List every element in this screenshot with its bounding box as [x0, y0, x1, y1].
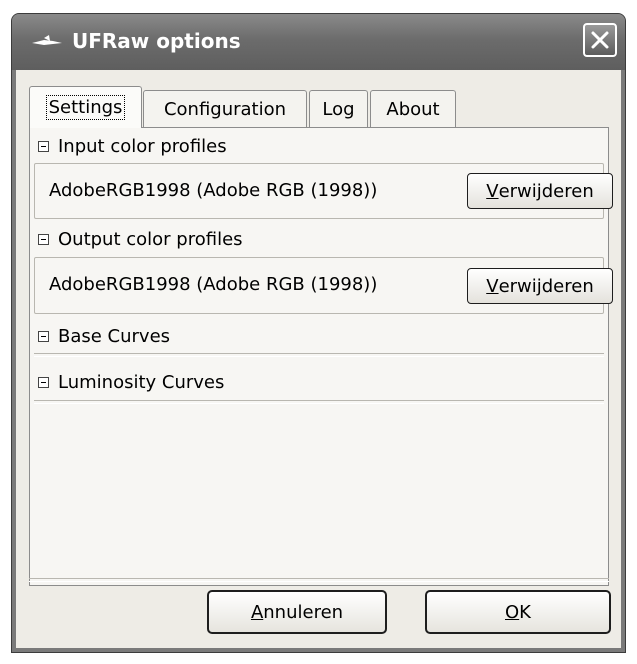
close-icon	[591, 31, 609, 49]
close-button[interactable]	[583, 23, 617, 57]
cancel-button[interactable]: Annuleren	[207, 590, 387, 634]
tab-label: About	[386, 98, 440, 120]
collapse-icon	[38, 233, 49, 245]
base-curves-expander[interactable]: Base Curves	[34, 322, 604, 350]
section-title: Luminosity Curves	[58, 371, 225, 393]
input-profile-name: AdobeRGB1998 (Adobe RGB (1998))	[49, 180, 378, 201]
ok-button[interactable]: OK	[425, 590, 611, 634]
tab-label: Settings	[45, 95, 126, 120]
title-bar[interactable]: UFRaw options	[12, 14, 625, 70]
mnemonic-letter: V	[486, 180, 499, 202]
base-curves-divider	[34, 353, 604, 357]
collapse-icon	[38, 376, 49, 388]
section-title: Base Curves	[58, 325, 171, 347]
ufraw-icon	[32, 35, 62, 45]
luminosity-curves-divider	[34, 400, 604, 404]
output-profiles-list: AdobeRGB1998 (Adobe RGB (1998)) Verwijde…	[34, 257, 613, 314]
button-area-divider	[29, 578, 609, 582]
collapse-icon	[38, 140, 49, 152]
tab-log[interactable]: Log	[309, 90, 368, 127]
button-label: nnuleren	[263, 601, 344, 623]
collapse-icon	[38, 330, 49, 342]
mnemonic-letter: O	[505, 601, 520, 623]
tab-about[interactable]: About	[370, 90, 456, 127]
button-label: erwijderen	[498, 180, 594, 202]
mnemonic-letter: A	[250, 601, 264, 623]
button-label: K	[519, 601, 531, 623]
dialog-content: Settings Configuration Log About Input c…	[16, 70, 621, 648]
button-label: erwijderen	[498, 275, 594, 297]
section-title: Output color profiles	[58, 228, 243, 250]
tab-label: Log	[322, 98, 355, 120]
tab-settings[interactable]: Settings	[29, 86, 142, 128]
ufraw-options-window: UFRaw options Settings Configuration Log…	[11, 13, 626, 653]
section-title: Input color profiles	[58, 135, 227, 157]
mnemonic-letter: V	[486, 275, 499, 297]
input-profiles-expander[interactable]: Input color profiles	[34, 132, 604, 160]
output-profile-name: AdobeRGB1998 (Adobe RGB (1998))	[49, 274, 378, 295]
output-profiles-expander[interactable]: Output color profiles	[34, 225, 604, 253]
tab-configuration[interactable]: Configuration	[143, 90, 307, 127]
remove-input-profile-button[interactable]: Verwijderen	[467, 173, 613, 209]
luminosity-curves-expander[interactable]: Luminosity Curves	[34, 368, 604, 396]
remove-output-profile-button[interactable]: Verwijderen	[467, 268, 613, 304]
input-profiles-list: AdobeRGB1998 (Adobe RGB (1998)) Verwijde…	[34, 163, 613, 219]
window-title: UFRaw options	[72, 29, 241, 53]
settings-panel: Input color profiles AdobeRGB1998 (Adobe…	[29, 127, 613, 586]
tab-label: Configuration	[163, 98, 287, 120]
